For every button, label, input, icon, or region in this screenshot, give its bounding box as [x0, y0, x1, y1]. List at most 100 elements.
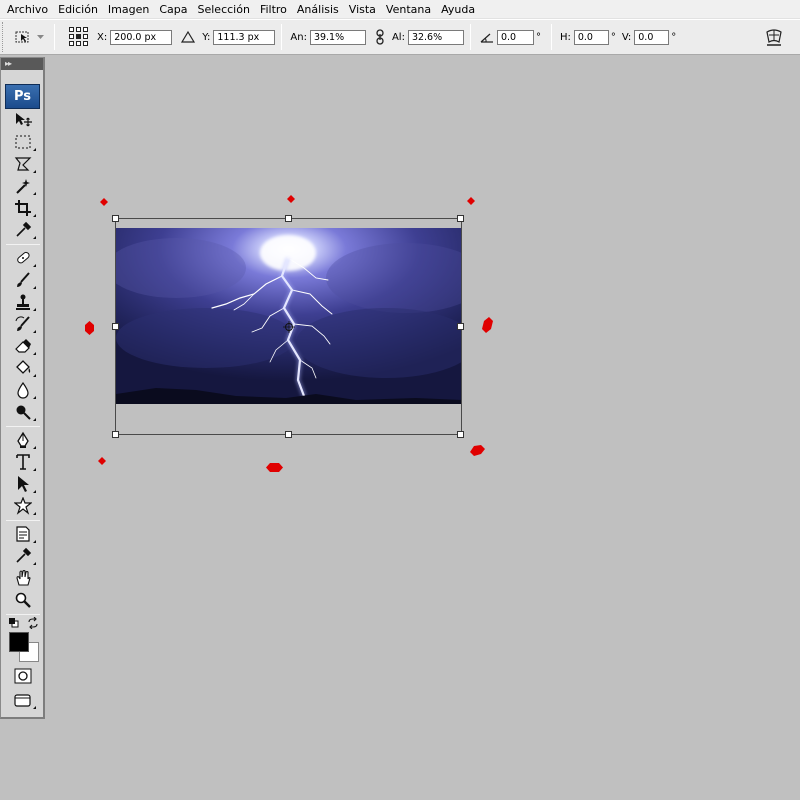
magic-wand-tool[interactable] [8, 176, 38, 196]
menu-edicion[interactable]: Edición [53, 0, 103, 19]
blur-icon [17, 381, 29, 399]
history-brush-icon [15, 316, 30, 331]
link-icon[interactable] [374, 29, 386, 45]
swap-arrows-icon [28, 616, 38, 630]
magic-wand-icon [16, 179, 30, 194]
red-marker [100, 198, 108, 206]
crop-tool[interactable] [8, 198, 38, 218]
transform-handle-top-center[interactable] [285, 215, 292, 222]
transform-center-point-icon[interactable] [283, 321, 295, 333]
marquee-tool[interactable] [8, 132, 38, 152]
h-skew-unit: ° [610, 31, 616, 43]
path-selection-tool[interactable] [8, 474, 38, 494]
brush-tool[interactable] [8, 270, 38, 290]
menu-analisis[interactable]: Análisis [292, 0, 344, 19]
rotate-angle-icon [480, 33, 493, 43]
transform-tool-icon [15, 31, 29, 43]
hand-tool[interactable] [8, 568, 38, 588]
transform-handle-bottom-right[interactable] [457, 431, 464, 438]
red-marker [470, 445, 485, 456]
separator [281, 24, 283, 50]
eyedropper-icon [16, 547, 32, 563]
pen-tool[interactable] [8, 430, 38, 450]
vertical-skew-input[interactable] [634, 29, 670, 45]
transform-handle-middle-left[interactable] [112, 323, 119, 330]
relative-position-icon[interactable] [180, 30, 196, 44]
menu-ayuda[interactable]: Ayuda [436, 0, 480, 19]
default-colors-button[interactable] [9, 618, 19, 628]
custom-shape-tool[interactable] [8, 496, 38, 516]
x-label: X: [97, 31, 108, 43]
transform-handle-bottom-left[interactable] [112, 431, 119, 438]
menu-filtro[interactable]: Filtro [255, 0, 292, 19]
x-position-input[interactable] [110, 29, 173, 45]
clone-stamp-icon [16, 294, 30, 310]
screen-mode-button[interactable] [8, 690, 38, 710]
type-tool[interactable] [8, 452, 38, 472]
tools-panel: ▸▸ Ps [0, 57, 45, 719]
options-bar: X: Y: An: Al: ° H: ° V: ° [0, 19, 800, 55]
type-icon [16, 454, 30, 470]
notes-tool[interactable] [8, 524, 38, 544]
healing-brush-tool[interactable] [8, 248, 38, 268]
width-scale-input[interactable] [309, 29, 366, 45]
hand-icon [16, 569, 31, 586]
rotation-input[interactable] [496, 29, 534, 45]
red-marker [98, 457, 106, 465]
zoom-icon [15, 592, 31, 608]
menu-archivo[interactable]: Archivo [2, 0, 53, 19]
zoom-tool[interactable] [8, 590, 38, 610]
tools-panel-header[interactable]: ▸▸ [1, 58, 43, 70]
eraser-icon [15, 339, 31, 353]
rotation-unit: ° [535, 31, 541, 43]
v-skew-unit: ° [671, 31, 677, 43]
eraser-tool[interactable] [8, 336, 38, 356]
crop-icon [15, 200, 31, 216]
menu-vista[interactable]: Vista [344, 0, 381, 19]
lasso-tool[interactable] [8, 154, 38, 174]
tool-preset-picker[interactable] [8, 24, 48, 50]
dodge-tool[interactable] [8, 402, 38, 422]
pen-icon [17, 431, 29, 448]
transform-handle-top-right[interactable] [457, 215, 464, 222]
eyedropper-tool-2[interactable] [8, 546, 38, 566]
tools-separator [6, 520, 40, 521]
paint-bucket-tool[interactable] [8, 358, 38, 378]
horizontal-skew-input[interactable] [573, 29, 609, 45]
y-position-input[interactable] [213, 29, 276, 45]
dodge-icon [16, 405, 31, 420]
menu-imagen[interactable]: Imagen [103, 0, 154, 19]
photoshop-logo[interactable]: Ps [5, 84, 40, 109]
eyedropper-tool[interactable] [8, 220, 38, 240]
default-colors-icon [9, 618, 19, 628]
height-label: Al: [391, 31, 405, 43]
transform-handle-top-left[interactable] [112, 215, 119, 222]
separator [54, 24, 55, 50]
move-tool[interactable] [8, 110, 38, 130]
v-skew-label: V: [621, 31, 632, 43]
foreground-color-swatch[interactable] [9, 632, 29, 652]
clone-stamp-tool[interactable] [8, 292, 38, 312]
swap-colors-button[interactable] [27, 616, 39, 630]
warp-mode-icon[interactable] [764, 27, 784, 47]
blur-tool[interactable] [8, 380, 38, 400]
brush-icon [17, 272, 30, 287]
history-brush-tool[interactable] [8, 314, 38, 334]
menu-ventana[interactable]: Ventana [381, 0, 436, 19]
path-selection-icon [18, 476, 29, 492]
transform-handle-middle-right[interactable] [457, 323, 464, 330]
paint-bucket-icon [16, 360, 31, 374]
menu-capa[interactable]: Capa [154, 0, 192, 19]
quick-mask-button[interactable] [8, 666, 38, 686]
separator [469, 24, 471, 50]
transform-handle-bottom-center[interactable] [285, 431, 292, 438]
tools-separator [6, 244, 40, 245]
height-scale-input[interactable] [407, 29, 464, 45]
canvas-area[interactable] [46, 56, 800, 800]
transform-bounding-box[interactable] [112, 215, 464, 438]
red-marker [287, 195, 295, 203]
reference-point-locator[interactable] [69, 27, 89, 47]
width-label: An: [290, 31, 307, 43]
menu-seleccion[interactable]: Selección [193, 0, 255, 19]
y-label: Y: [202, 31, 211, 43]
